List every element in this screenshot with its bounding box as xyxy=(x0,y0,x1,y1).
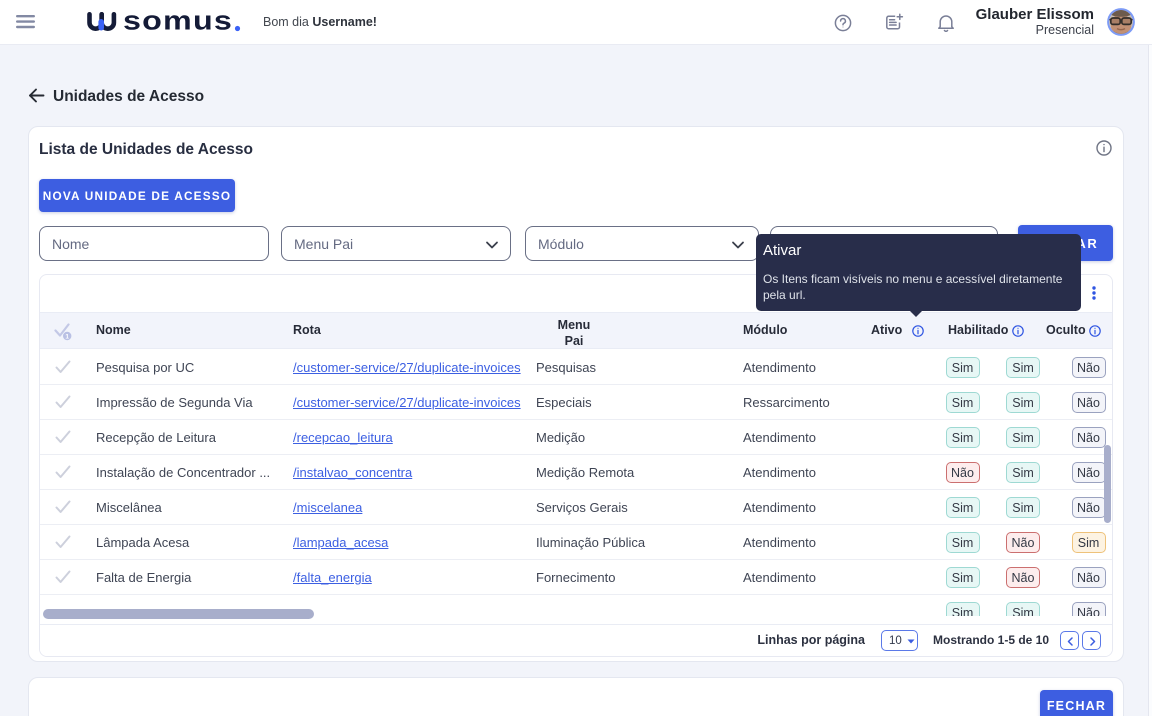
svg-text:1: 1 xyxy=(65,334,69,341)
svg-text:somus: somus xyxy=(123,7,233,36)
